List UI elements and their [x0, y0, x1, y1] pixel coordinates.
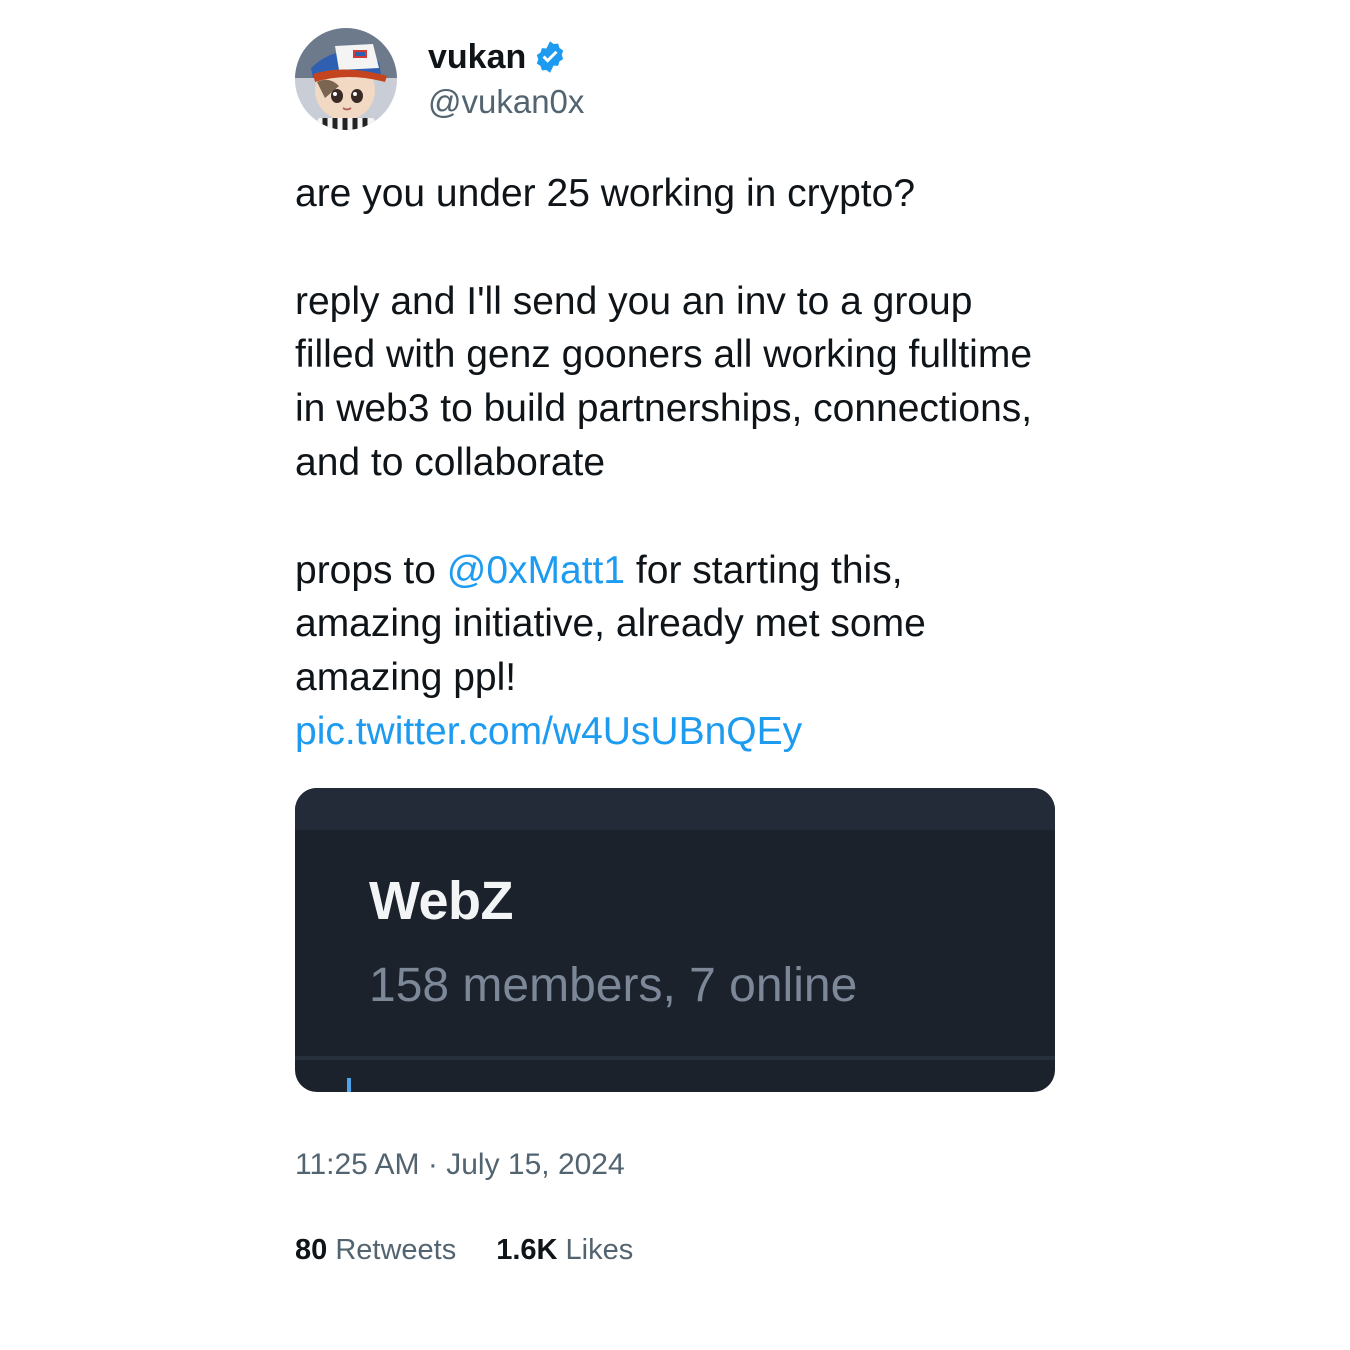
anime-avatar-icon — [295, 28, 397, 130]
avatar[interactable] — [295, 28, 397, 130]
tweet-paragraph-3: props to @0xMatt1 for starting this, ama… — [295, 544, 1055, 705]
handle[interactable]: @vukan0x — [428, 80, 584, 124]
media-topbar — [295, 788, 1055, 831]
tweet-media-image[interactable]: WebZ 158 members, 7 online — [295, 788, 1055, 1093]
retweets-label: Retweets — [335, 1234, 457, 1267]
group-meta: 158 members, 7 online — [369, 959, 858, 1013]
retweets-count: 80 — [295, 1234, 328, 1267]
likes-count: 1.6K — [496, 1234, 558, 1267]
likes-stat[interactable]: 1.6K Likes — [496, 1234, 633, 1267]
retweets-stat[interactable]: 80 Retweets — [295, 1234, 456, 1267]
tweet-time: 11:25 AM — [295, 1148, 420, 1182]
tweet-text: are you under 25 working in crypto? repl… — [295, 167, 1055, 758]
tweet-paragraph-2: reply and I'll send you an inv to a grou… — [295, 279, 1033, 484]
tweet-date: July 15, 2024 — [446, 1148, 625, 1182]
media-divider — [295, 1056, 1055, 1061]
likes-label: Likes — [565, 1234, 634, 1267]
display-name[interactable]: vukan — [428, 36, 526, 78]
tweet-header: vukan @vukan0x — [295, 28, 1055, 132]
verified-badge-icon — [537, 41, 564, 73]
author-names: vukan @vukan0x — [428, 36, 584, 124]
tweet-stats: 80 Retweets 1.6K Likes — [295, 1234, 1055, 1267]
mention-link[interactable]: @0xMatt1 — [447, 549, 625, 592]
tweet-line-1: are you under 25 working in crypto? — [295, 172, 916, 215]
name-row: vukan — [428, 36, 584, 78]
media-cursor — [347, 1078, 351, 1093]
timestamp-separator: · — [427, 1148, 438, 1182]
tweet-timestamp[interactable]: 11:25 AM · July 15, 2024 — [295, 1148, 1055, 1182]
pic-link[interactable]: pic.twitter.com/w4UsUBnQEy — [295, 710, 802, 753]
tweet-card: vukan @vukan0x are you under 25 working … — [295, 28, 1055, 1267]
group-name: WebZ — [369, 871, 514, 932]
props-prefix: props to — [295, 548, 447, 592]
